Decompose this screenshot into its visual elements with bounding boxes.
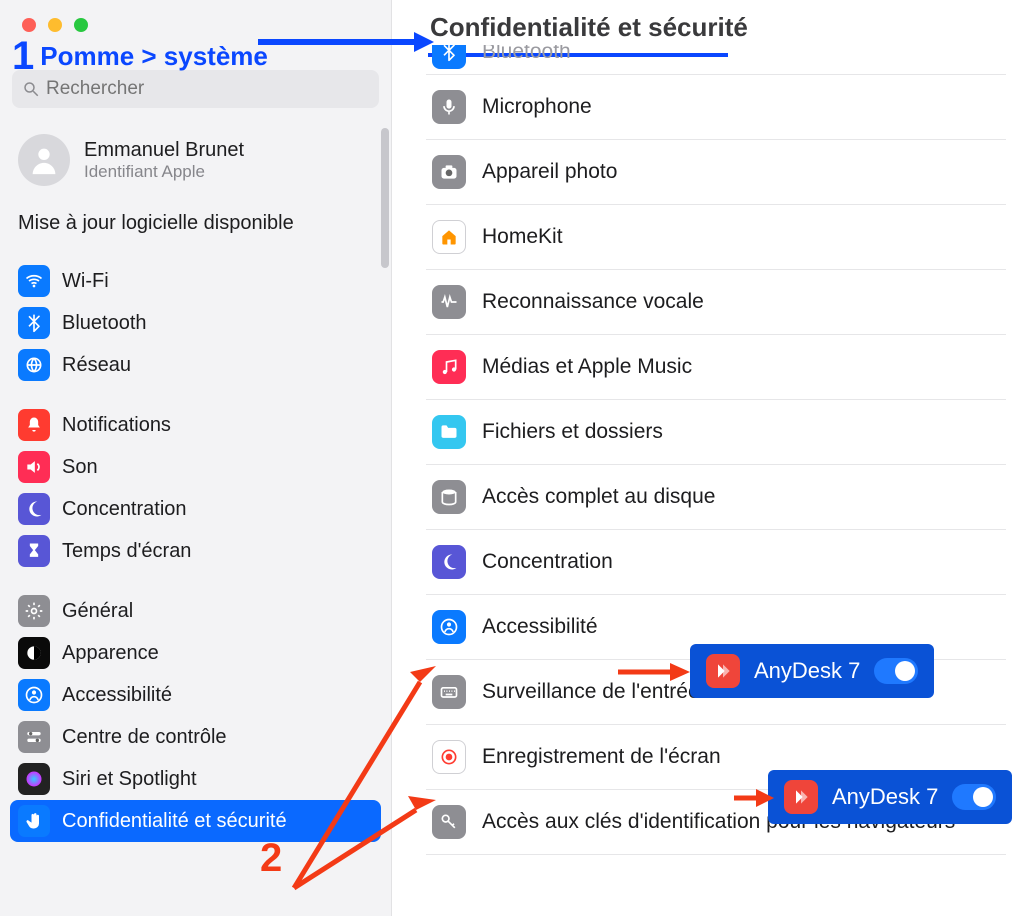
anydesk-icon	[784, 780, 818, 814]
sidebar-item-label: Temps d'écran	[62, 540, 191, 563]
sidebar-item-label: Bluetooth	[62, 312, 147, 335]
sidebar: Emmanuel Brunet Identifiant Apple Mise à…	[0, 0, 392, 916]
anydesk-label: AnyDesk 7	[832, 784, 938, 810]
gear-icon	[18, 595, 50, 627]
sidebar-item-bluetooth[interactable]: Bluetooth	[10, 302, 381, 344]
sidebar-item-notifications[interactable]: Notifications	[10, 404, 381, 446]
sidebar-item-label: Accessibilité	[62, 684, 172, 707]
settings-row-label: Fichiers et dossiers	[482, 420, 663, 444]
settings-row-label: Médias et Apple Music	[482, 355, 692, 379]
page-title: Confidentialité et sécurité	[426, 12, 1006, 43]
anydesk-label: AnyDesk 7	[754, 658, 860, 684]
settings-row-label: HomeKit	[482, 225, 563, 249]
close-window-button[interactable]	[22, 18, 36, 32]
scrollbar-thumb[interactable]	[381, 128, 389, 268]
anydesk-badge-screenrec: AnyDesk 7	[768, 770, 1012, 824]
sidebar-item-wifi[interactable]: Wi-Fi	[10, 260, 381, 302]
wave-icon	[432, 285, 466, 319]
fullscreen-window-button[interactable]	[74, 18, 88, 32]
settings-row-label: Appareil photo	[482, 160, 617, 184]
avatar	[18, 134, 70, 186]
sidebar-item-focus[interactable]: Concentration	[10, 488, 381, 530]
settings-row-label: Reconnaissance vocale	[482, 290, 704, 314]
record-icon	[432, 740, 466, 774]
mic-icon	[432, 90, 466, 124]
switches-icon	[18, 721, 50, 753]
settings-row-media[interactable]: Médias et Apple Music	[426, 335, 1006, 400]
sidebar-item-privacy[interactable]: Confidentialité et sécurité	[10, 800, 381, 842]
settings-row-label: Accès complet au disque	[482, 485, 715, 509]
folder-icon	[432, 415, 466, 449]
moon-icon	[432, 545, 466, 579]
sidebar-item-accessibility[interactable]: Accessibilité	[10, 674, 381, 716]
settings-row-camera[interactable]: Appareil photo	[426, 140, 1006, 205]
settings-row-microphone[interactable]: Microphone	[426, 75, 1006, 140]
sidebar-item-controlcenter[interactable]: Centre de contrôle	[10, 716, 381, 758]
person-icon	[18, 679, 50, 711]
keyboard-icon	[432, 675, 466, 709]
settings-row-label: Bluetooth	[482, 45, 571, 64]
sidebar-item-label: Son	[62, 456, 98, 479]
sidebar-item-label: Confidentialité et sécurité	[62, 810, 287, 833]
settings-row-speech[interactable]: Reconnaissance vocale	[426, 270, 1006, 335]
settings-row-label: Concentration	[482, 550, 613, 574]
appearance-icon	[18, 637, 50, 669]
software-update-notice[interactable]: Mise à jour logicielle disponible	[0, 202, 391, 258]
home-icon	[432, 220, 466, 254]
sidebar-item-sound[interactable]: Son	[10, 446, 381, 488]
settings-row-label: Surveillance de l'entrée	[482, 680, 700, 704]
settings-row-fulldisk[interactable]: Accès complet au disque	[426, 465, 1006, 530]
sidebar-item-label: Apparence	[62, 642, 159, 665]
window-controls	[22, 18, 88, 32]
sidebar-nav: Wi-Fi Bluetooth Réseau Notifications Son Conc…	[0, 258, 391, 844]
anydesk-badge-accessibility: AnyDesk 7	[690, 644, 934, 698]
sidebar-item-appearance[interactable]: Apparence	[10, 632, 381, 674]
anydesk-icon	[706, 654, 740, 688]
speaker-icon	[18, 451, 50, 483]
sidebar-item-label: Concentration	[62, 498, 187, 521]
settings-row-label: Microphone	[482, 95, 592, 119]
toggle-on[interactable]	[874, 658, 918, 684]
search-input[interactable]	[46, 78, 369, 100]
settings-row-label: Enregistrement de l'écran	[482, 745, 721, 769]
account-name: Emmanuel Brunet	[84, 139, 244, 162]
music-icon	[432, 350, 466, 384]
settings-row-files[interactable]: Fichiers et dossiers	[426, 400, 1006, 465]
sidebar-item-label: Wi-Fi	[62, 270, 109, 293]
sidebar-item-general[interactable]: Général	[10, 590, 381, 632]
key-icon	[432, 805, 466, 839]
settings-row-focus[interactable]: Concentration	[426, 530, 1006, 595]
bluetooth-icon	[432, 45, 466, 69]
settings-row-bluetooth[interactable]: Bluetooth	[426, 45, 1006, 75]
person-icon	[432, 610, 466, 644]
search-field[interactable]	[12, 70, 379, 108]
sidebar-item-label: Réseau	[62, 354, 131, 377]
moon-icon	[18, 493, 50, 525]
siri-icon	[18, 763, 50, 795]
wifi-icon	[18, 265, 50, 297]
person-icon	[27, 143, 61, 177]
camera-icon	[432, 155, 466, 189]
bluetooth-icon	[18, 307, 50, 339]
sidebar-item-siri[interactable]: Siri et Spotlight	[10, 758, 381, 800]
sidebar-item-network[interactable]: Réseau	[10, 344, 381, 386]
settings-row-label: Accessibilité	[482, 615, 598, 639]
settings-row-homekit[interactable]: HomeKit	[426, 205, 1006, 270]
apple-id-row[interactable]: Emmanuel Brunet Identifiant Apple	[0, 126, 391, 202]
toggle-on[interactable]	[952, 784, 996, 810]
sidebar-item-screentime[interactable]: Temps d'écran	[10, 530, 381, 572]
sidebar-item-label: Général	[62, 600, 133, 623]
account-sub: Identifiant Apple	[84, 162, 244, 182]
hand-icon	[18, 805, 50, 837]
disk-icon	[432, 480, 466, 514]
globe-icon	[18, 349, 50, 381]
sidebar-item-label: Notifications	[62, 414, 171, 437]
minimize-window-button[interactable]	[48, 18, 62, 32]
bell-icon	[18, 409, 50, 441]
sidebar-item-label: Centre de contrôle	[62, 726, 227, 749]
sidebar-item-label: Siri et Spotlight	[62, 768, 197, 791]
settings-list: Bluetooth Microphone Appareil photo HomeKit…	[426, 45, 1006, 855]
hourglass-icon	[18, 535, 50, 567]
search-icon	[22, 80, 40, 98]
